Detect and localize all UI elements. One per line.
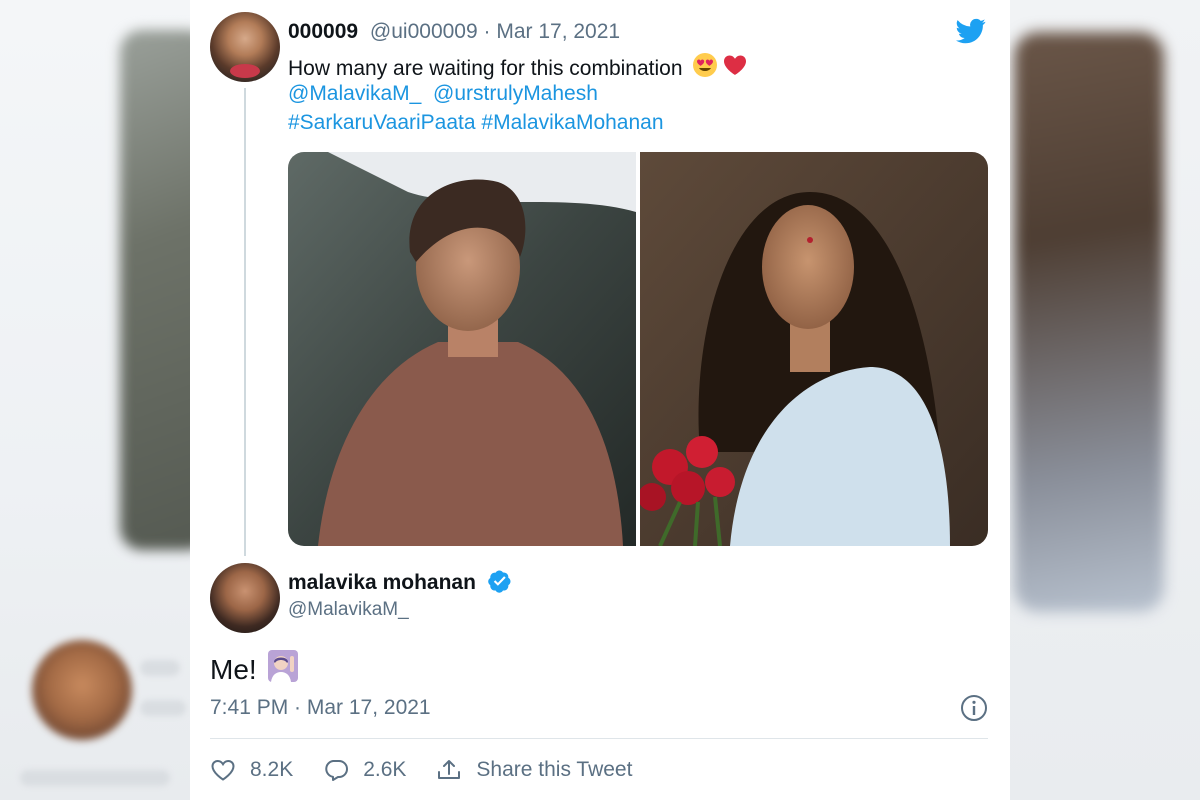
- background-blurred-text: [140, 660, 180, 676]
- reply-icon: [325, 760, 349, 781]
- reply-tweet-display-name-row: malavika mohanan: [288, 569, 512, 595]
- tweet-actions-bar: 8.2K 2.6K Share this Tweet: [210, 752, 662, 788]
- verified-badge-icon: [487, 570, 511, 593]
- twitter-bird-icon[interactable]: [954, 16, 988, 46]
- actions-divider: [210, 738, 988, 739]
- reply-tweet-text: Me!: [210, 654, 257, 685]
- heart-icon: [211, 759, 235, 781]
- tweet-media-grid: [288, 152, 988, 546]
- thread-connector-line: [244, 88, 246, 556]
- hashtag-link[interactable]: #SarkaruVaariPaata: [288, 111, 476, 134]
- reply-button[interactable]: 2.6K: [323, 758, 406, 782]
- share-icon: [438, 760, 461, 779]
- like-button[interactable]: 8.2K: [210, 758, 293, 782]
- original-tweet-avatar[interactable]: [210, 12, 280, 82]
- reply-tweet-display-name[interactable]: malavika mohanan: [288, 571, 476, 594]
- original-tweet-hashtags: #SarkaruVaariPaata #MalavikaMohanan: [288, 111, 664, 135]
- like-count: 8.2K: [250, 758, 294, 781]
- reply-tweet-handle[interactable]: @MalavikaM_: [288, 599, 409, 621]
- original-tweet-header: 000009 @ui000009 · Mar 17, 2021: [288, 20, 620, 44]
- original-tweet-display-name[interactable]: 000009: [288, 20, 358, 43]
- original-tweet-text-line: How many are waiting for this combinatio…: [288, 52, 748, 81]
- red-heart-emoji: [724, 55, 747, 75]
- reply-count: 2.6K: [363, 758, 407, 781]
- reply-tweet-avatar[interactable]: [210, 563, 280, 633]
- tweet-card: 000009 @ui000009 · Mar 17, 2021 How many…: [190, 0, 1010, 800]
- background-blurred-text: [20, 770, 170, 786]
- background-blurred-photo-right: [1014, 32, 1164, 612]
- reply-tweet-timestamp[interactable]: 7:41 PM · Mar 17, 2021: [210, 696, 431, 720]
- background-blurred-avatar: [32, 640, 132, 740]
- reply-tweet-text-line: Me!: [210, 650, 299, 686]
- tweet-photo-man[interactable]: [288, 152, 636, 546]
- mention-link[interactable]: @MalavikaM_: [288, 82, 421, 105]
- hashtag-link[interactable]: #MalavikaMohanan: [481, 111, 663, 134]
- tweet-photo-woman[interactable]: [640, 152, 988, 546]
- raising-hand-emoji: [268, 650, 299, 682]
- original-tweet-mentions: @MalavikaM_ @urstrulyMahesh: [288, 82, 598, 106]
- heart-eyes-emoji: [693, 53, 718, 77]
- background-blurred-text: [140, 700, 186, 716]
- share-tweet-button[interactable]: Share this Tweet: [436, 758, 632, 782]
- original-tweet-handle[interactable]: @ui000009: [370, 20, 478, 43]
- info-icon[interactable]: [960, 694, 988, 722]
- share-label: Share this Tweet: [476, 758, 633, 781]
- mention-link[interactable]: @urstrulyMahesh: [433, 82, 598, 105]
- original-tweet-date[interactable]: · Mar 17, 2021: [484, 20, 621, 43]
- original-tweet-text: How many are waiting for this combinatio…: [288, 57, 683, 80]
